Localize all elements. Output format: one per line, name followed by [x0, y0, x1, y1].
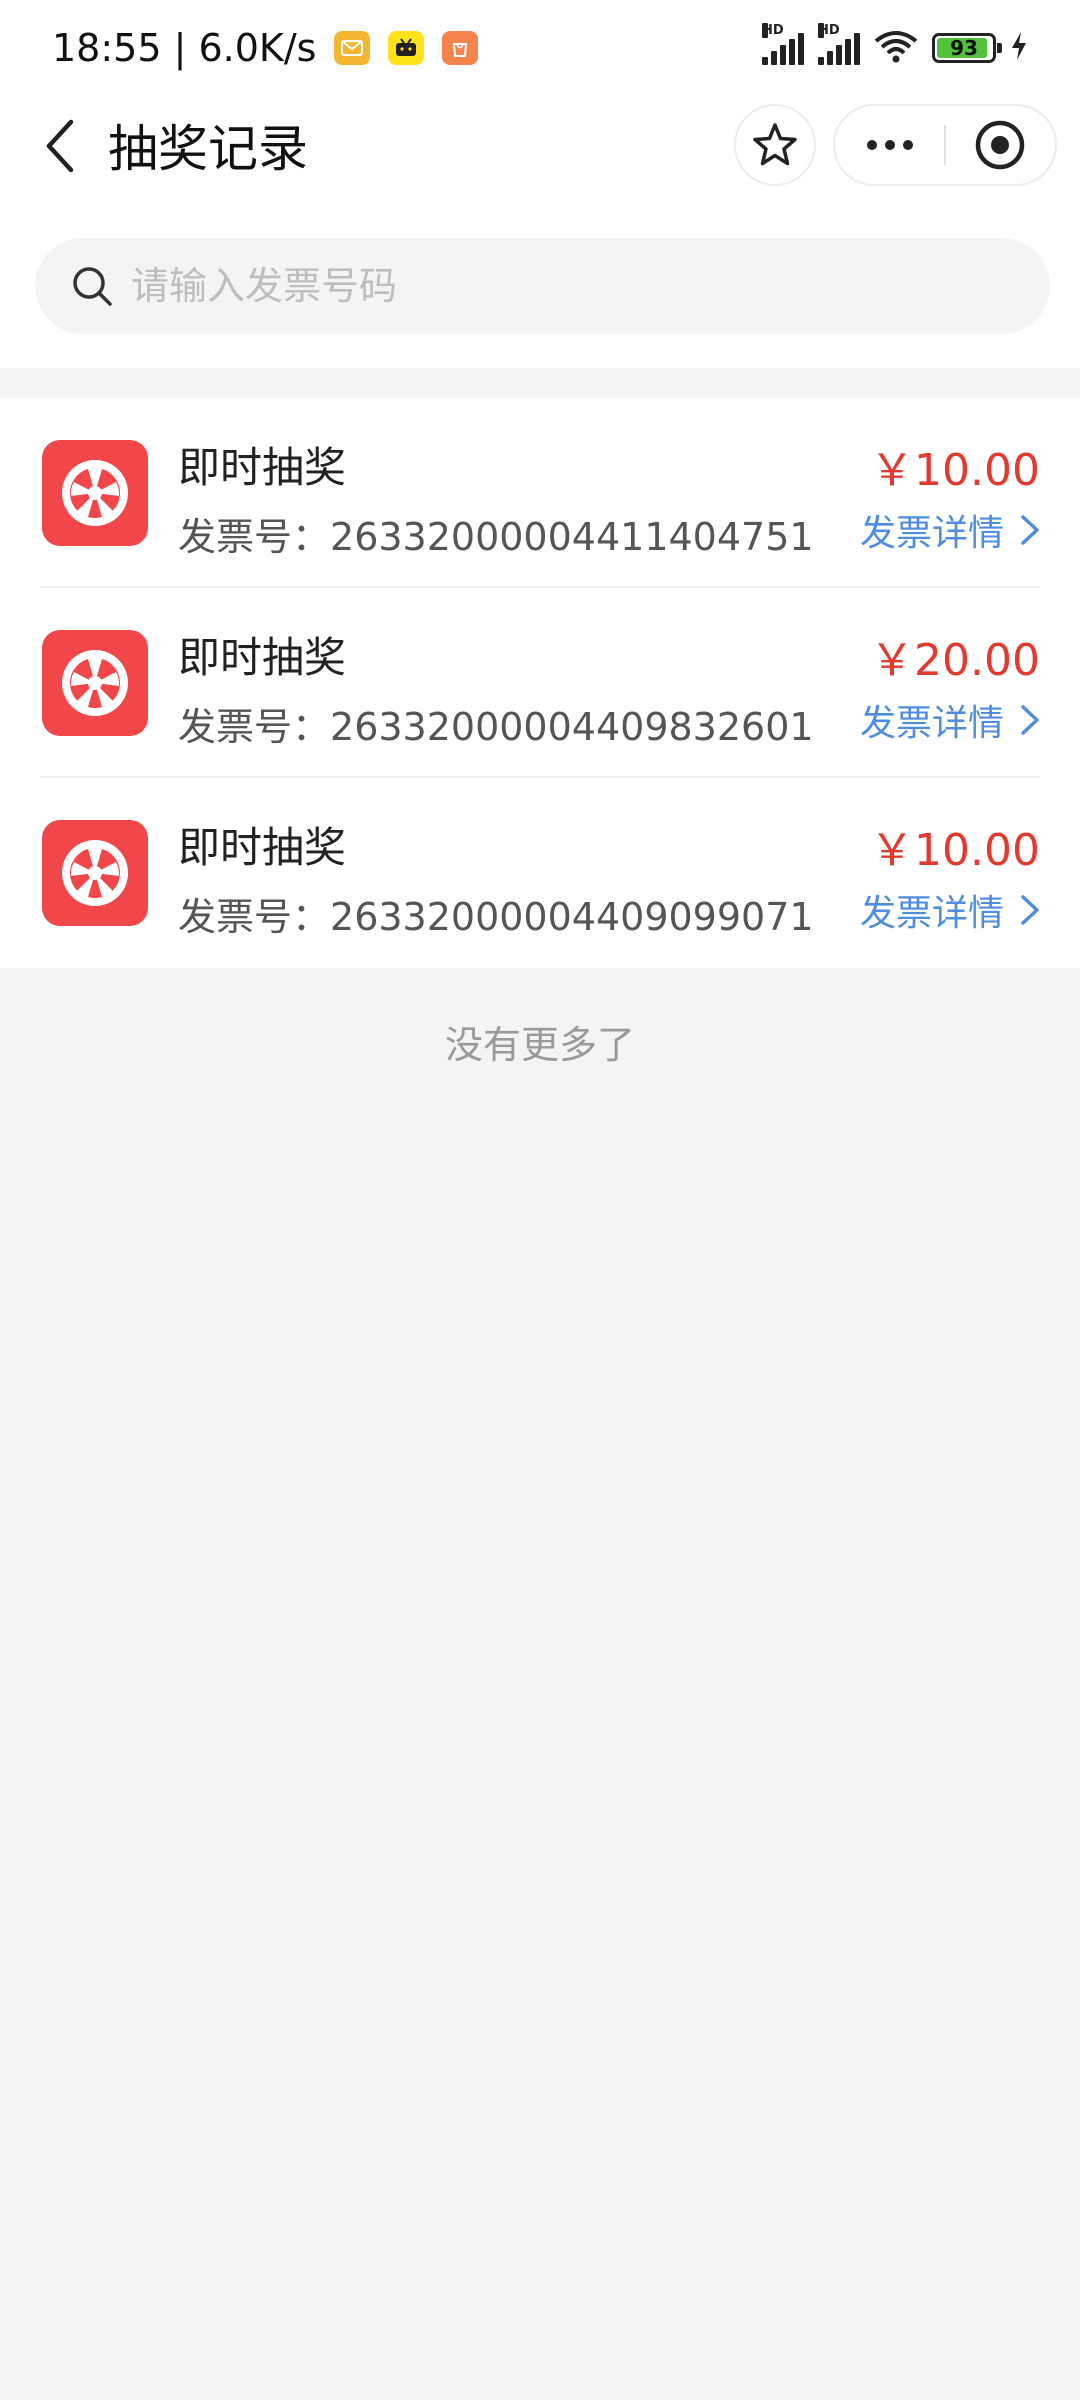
mail-notification-icon: [334, 31, 371, 65]
prize-wheel-icon: [42, 630, 148, 736]
tv-notification-icon: [388, 31, 425, 65]
record-row[interactable]: 即时抽奖 发票号：26332000004411404751 ￥10.00 发票详…: [40, 398, 1040, 588]
record-invoice: 发票号：26332000004409832601: [178, 696, 814, 751]
target-circle-icon: [976, 120, 1025, 170]
section-gap: [0, 368, 1080, 398]
chevron-right-icon: [1021, 895, 1039, 925]
invoice-detail-link[interactable]: 发票详情: [860, 694, 1040, 746]
invoice-number: 26332000004411404751: [330, 515, 814, 559]
invoice-detail-link[interactable]: 发票详情: [860, 504, 1040, 556]
invoice-label: 发票号：: [178, 515, 331, 559]
detail-label: 发票详情: [859, 893, 1004, 934]
status-time-speed: 18:55 | 6.0K/s: [52, 26, 317, 70]
nav-bar: 抽奖记录: [0, 96, 1080, 194]
record-list: 即时抽奖 发票号：26332000004411404751 ￥10.00 发票详…: [0, 398, 1080, 968]
status-left: 18:55 | 6.0K/s: [52, 0, 479, 96]
record-invoice: 发票号：26332000004409099071: [178, 886, 814, 941]
invoice-label: 发票号：: [178, 895, 331, 939]
search-section: [0, 194, 1080, 368]
search-input[interactable]: [131, 264, 991, 308]
back-button[interactable]: [30, 116, 90, 176]
record-title: 即时抽奖: [178, 633, 347, 682]
record-title: 即时抽奖: [178, 443, 347, 492]
battery-icon: 93: [932, 33, 1002, 63]
detail-label: 发票详情: [859, 513, 1004, 554]
record-amount: ￥10.00: [870, 825, 1040, 876]
status-right: HD HD 93: [762, 0, 1028, 96]
battery-level: 93: [950, 36, 978, 60]
detail-label: 发票详情: [859, 703, 1004, 744]
invoice-detail-link[interactable]: 发票详情: [860, 884, 1040, 936]
record-title: 即时抽奖: [178, 823, 347, 872]
page-title: 抽奖记录: [108, 120, 308, 178]
more-dots-icon: [866, 140, 913, 150]
status-bar: 18:55 | 6.0K/s HD HD 93: [0, 0, 1080, 96]
record-row[interactable]: 即时抽奖 发票号：26332000004409099071 ￥10.00 发票详…: [40, 778, 1040, 968]
prize-wheel-icon: [42, 820, 148, 926]
chevron-left-icon: [46, 119, 74, 173]
no-more-text: 没有更多了: [444, 1023, 635, 1067]
record-amount: ￥10.00: [870, 445, 1040, 496]
favorite-button[interactable]: [734, 104, 816, 186]
invoice-label: 发票号：: [178, 705, 331, 749]
shop-notification-icon: [442, 31, 479, 65]
record-amount: ￥20.00: [870, 635, 1040, 686]
star-icon: [753, 123, 797, 166]
wifi-icon: [874, 29, 918, 67]
close-miniapp-button[interactable]: [946, 106, 1055, 184]
invoice-number: 26332000004409099071: [330, 895, 814, 939]
prize-wheel-icon: [42, 440, 148, 546]
charging-icon: [1010, 31, 1028, 65]
search-box[interactable]: [35, 238, 1050, 334]
signal-1-icon: HD: [762, 23, 804, 65]
record-row[interactable]: 即时抽奖 发票号：26332000004409832601 ￥20.00 发票详…: [40, 588, 1040, 778]
chevron-right-icon: [1021, 705, 1039, 735]
search-icon: [69, 263, 115, 309]
record-invoice: 发票号：26332000004411404751: [178, 506, 814, 561]
invoice-number: 26332000004409832601: [330, 705, 814, 749]
signal-2-icon: HD: [818, 23, 860, 65]
more-button[interactable]: [835, 106, 944, 184]
chevron-right-icon: [1021, 515, 1039, 545]
top-section: 18:55 | 6.0K/s HD HD 93 抽奖记录 请输入发票号码: [0, 0, 1080, 368]
menu-capsule: [833, 104, 1057, 186]
